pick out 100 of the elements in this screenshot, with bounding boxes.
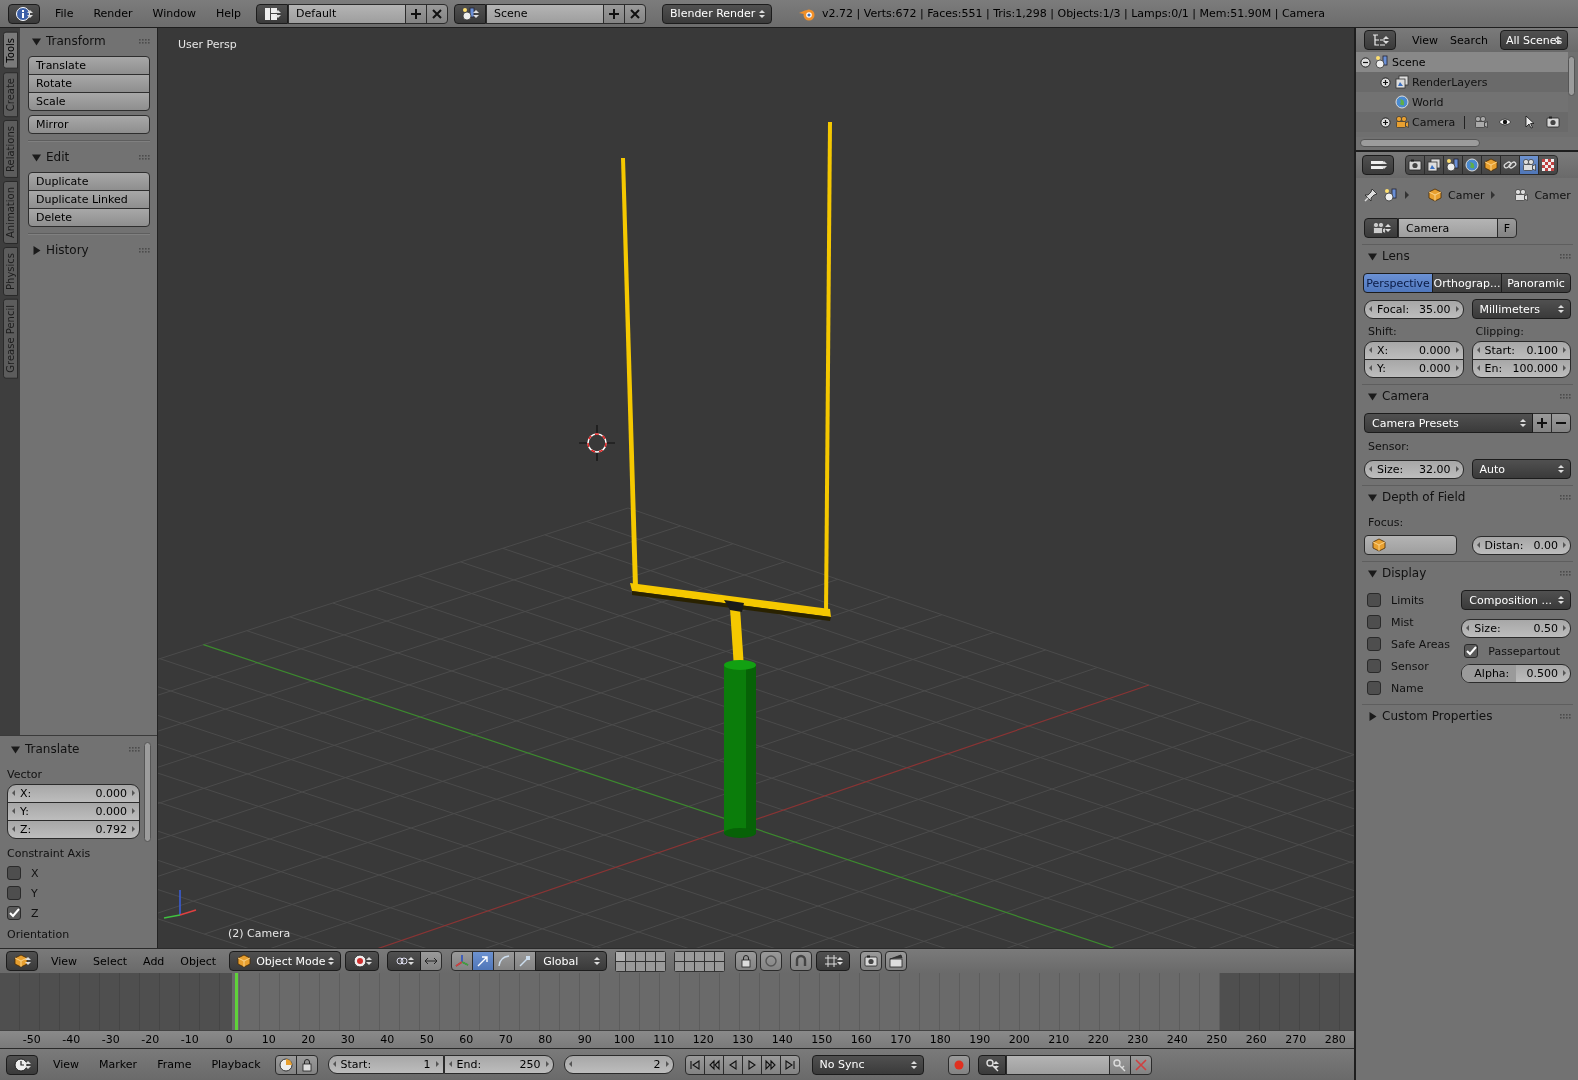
- number-field[interactable]: Z: 0.792: [7, 820, 140, 839]
- layout-selector-button[interactable]: [256, 3, 289, 24]
- panel-title[interactable]: Edit: [46, 150, 134, 164]
- proportional-edit-button[interactable]: [760, 951, 783, 971]
- tree-row[interactable]: Camera: [1356, 112, 1568, 132]
- number-field[interactable]: En: 100.000: [1471, 359, 1571, 378]
- checkbox[interactable]: [1464, 644, 1479, 658]
- shelf-tab[interactable]: Create: [2, 71, 18, 117]
- tree-row[interactable]: Scene: [1356, 52, 1568, 72]
- scene-selector-button[interactable]: [454, 3, 487, 24]
- datablock-browse-button[interactable]: [1364, 218, 1398, 238]
- fake-user-button[interactable]: F: [1497, 218, 1517, 238]
- remove-preset-button[interactable]: [1551, 413, 1571, 433]
- lens-type-button[interactable]: Orthograp...: [1432, 273, 1502, 293]
- expand-toggle-icon[interactable]: [1380, 116, 1391, 128]
- tree-label[interactable]: World: [1412, 95, 1444, 109]
- checkbox-label[interactable]: Name: [1391, 681, 1424, 695]
- tree-label[interactable]: Camera: [1412, 115, 1456, 129]
- disclosure-triangle-icon[interactable]: [32, 152, 41, 162]
- menu-item[interactable]: Playback: [206, 1058, 266, 1071]
- properties-tab[interactable]: [1462, 155, 1482, 175]
- scrollbar[interactable]: [144, 742, 151, 842]
- checkbox[interactable]: [1367, 637, 1381, 651]
- properties-tab[interactable]: [1500, 155, 1520, 175]
- current-frame-field[interactable]: 2: [563, 1055, 674, 1074]
- manipulator-button[interactable]: [514, 951, 537, 971]
- editor-type-button[interactable]: [6, 1054, 38, 1075]
- number-field[interactable]: Size: 32.00: [1364, 459, 1464, 479]
- disclosure-triangle-icon[interactable]: [11, 744, 20, 754]
- scene-name-field[interactable]: Scene: [486, 3, 605, 24]
- editor-type-button[interactable]: [8, 3, 40, 24]
- checkbox[interactable]: [7, 866, 21, 880]
- render-engine-dropdown[interactable]: Blender Render: [662, 3, 773, 24]
- editor-type-button[interactable]: [6, 951, 38, 971]
- number-field[interactable]: X: 0.000: [1364, 341, 1464, 360]
- add-preset-button[interactable]: [1532, 413, 1552, 433]
- checkbox[interactable]: [7, 886, 21, 900]
- composition-guides-dropdown[interactable]: Composition ...: [1461, 590, 1571, 610]
- render-animation-button[interactable]: [885, 951, 908, 971]
- panel-title[interactable]: Transform: [46, 34, 134, 48]
- layer-buttons[interactable]: [674, 950, 726, 972]
- menu-item[interactable]: Render: [88, 7, 138, 20]
- disclosure-triangle-icon[interactable]: [1368, 711, 1377, 721]
- breadcrumb-item[interactable]: Camer: [1534, 188, 1571, 202]
- properties-tab[interactable]: [1481, 155, 1501, 175]
- scrollbar[interactable]: [1568, 56, 1575, 96]
- keying-set-field[interactable]: [1005, 1054, 1110, 1075]
- menu-item[interactable]: Object: [175, 954, 222, 968]
- number-field[interactable]: Focal: 35.00: [1364, 299, 1464, 319]
- datablock-name-field[interactable]: Camera: [1398, 218, 1498, 238]
- pivot-dropdown[interactable]: [387, 951, 422, 971]
- editor-type-button[interactable]: [1362, 155, 1394, 175]
- checkbox[interactable]: [1367, 681, 1381, 695]
- collapse-toggle-icon[interactable]: [1360, 56, 1371, 68]
- number-field[interactable]: Start: 0.100: [1471, 341, 1571, 360]
- properties-tab[interactable]: [1538, 155, 1558, 175]
- alpha-slider[interactable]: Alpha: 0.500: [1461, 664, 1571, 683]
- focus-object-field[interactable]: [1364, 535, 1457, 555]
- disclosure-triangle-icon[interactable]: [32, 245, 41, 255]
- menu-item[interactable]: File: [50, 7, 79, 20]
- shelf-tab[interactable]: Grease Pencil: [2, 298, 18, 379]
- snap-button[interactable]: [790, 951, 813, 971]
- checkbox[interactable]: [7, 906, 21, 920]
- lens-type-button[interactable]: Perspective: [1363, 273, 1433, 293]
- tool-button[interactable]: Rotate: [28, 74, 150, 93]
- keying-set-button[interactable]: [977, 1054, 1006, 1075]
- tool-button[interactable]: Scale: [28, 92, 150, 111]
- panel-title[interactable]: Custom Properties: [1382, 709, 1555, 723]
- pin-icon[interactable]: [1364, 188, 1378, 202]
- lens-type-button[interactable]: Panoramic: [1501, 273, 1571, 293]
- tool-button[interactable]: Delete: [28, 208, 150, 227]
- tool-button[interactable]: Duplicate Linked: [28, 190, 150, 209]
- shading-dropdown[interactable]: [345, 951, 380, 971]
- cursor-crosshair-icon[interactable]: [578, 424, 616, 462]
- pointer-icon[interactable]: [1522, 115, 1537, 129]
- number-field[interactable]: Size: 0.50: [1461, 619, 1571, 638]
- tree-row[interactable]: RenderLayers: [1356, 72, 1568, 92]
- mode-dropdown[interactable]: Object Mode: [229, 951, 342, 971]
- checkbox-label[interactable]: Safe Areas: [1391, 637, 1450, 651]
- key-icon[interactable]: [985, 1057, 1000, 1072]
- menu-item[interactable]: Help: [210, 7, 247, 20]
- add-layout-button[interactable]: [405, 3, 428, 24]
- properties-tab[interactable]: [1424, 155, 1444, 175]
- menu-item[interactable]: Marker: [94, 1058, 143, 1071]
- editor-type-button[interactable]: [1364, 30, 1396, 50]
- panel-title[interactable]: Depth of Field: [1382, 490, 1555, 504]
- menu-item[interactable]: View: [1407, 33, 1444, 47]
- menu-item[interactable]: Frame: [152, 1058, 197, 1071]
- disclosure-triangle-icon[interactable]: [1368, 391, 1377, 401]
- add-scene-button[interactable]: [603, 3, 626, 24]
- sensor-fit-dropdown[interactable]: Auto: [1471, 459, 1571, 479]
- number-field[interactable]: Y: 0.000: [7, 802, 140, 821]
- checkbox-label[interactable]: Z: [31, 906, 39, 920]
- menu-item[interactable]: Window: [147, 7, 201, 20]
- menu-item[interactable]: Search: [1445, 33, 1493, 47]
- panel-title[interactable]: Translate: [25, 742, 124, 756]
- sync-dropdown[interactable]: No Sync: [811, 1054, 924, 1075]
- scrollbar[interactable]: [1360, 139, 1480, 147]
- layout-name-field[interactable]: Default: [288, 3, 407, 24]
- panel-title[interactable]: Display: [1382, 566, 1555, 580]
